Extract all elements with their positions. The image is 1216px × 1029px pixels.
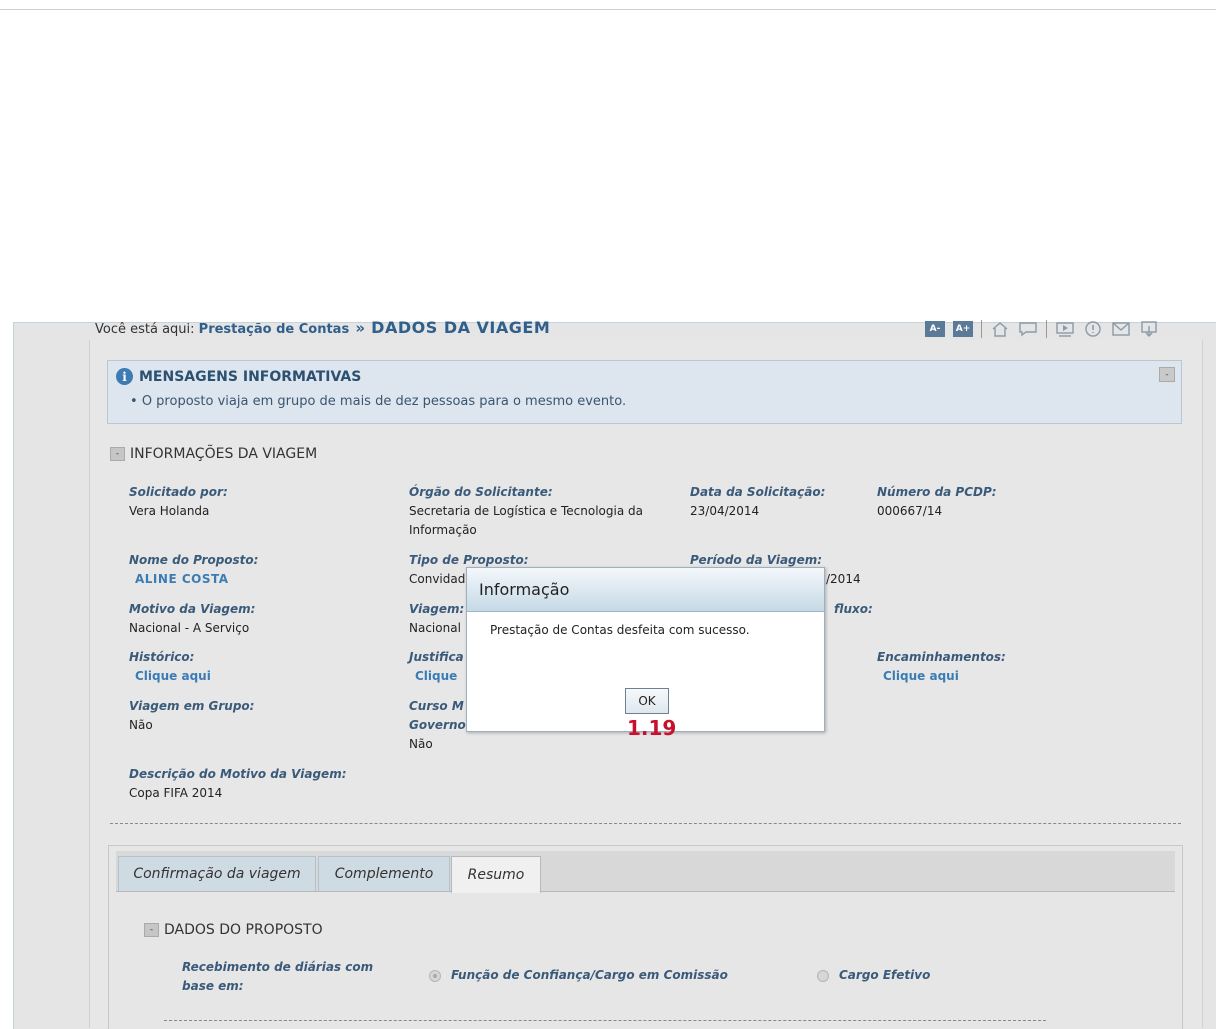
info-messages-title: i MENSAGENS INFORMATIVAS xyxy=(116,368,361,385)
field-value-continued: Informação xyxy=(409,523,477,537)
field-fluxo: fluxo: xyxy=(834,600,873,619)
collapse-trip-info-button[interactable]: - xyxy=(110,447,125,461)
field-value: Não xyxy=(409,737,433,751)
field-periodo-viagem-value: /2014 xyxy=(826,570,861,589)
breadcrumb-current: DADOS DA VIAGEM xyxy=(371,318,551,337)
field-label: Encaminhamentos: xyxy=(877,650,1006,664)
radio-funcao-confianca[interactable]: Função de Confiança/Cargo em Comissão xyxy=(429,966,728,985)
font-increase-button[interactable]: A+ xyxy=(953,321,973,337)
breadcrumb-separator: » xyxy=(355,319,366,337)
field-numero-pcdp: Número da PCDP: 000667/14 xyxy=(877,483,997,521)
breadcrumb-link-prestacao[interactable]: Prestação de Contas xyxy=(199,322,350,337)
field-label: Nome do Proposto: xyxy=(129,553,259,567)
video-icon[interactable] xyxy=(1055,320,1075,338)
collapse-messages-button[interactable]: - xyxy=(1159,367,1175,382)
radio-selected-indicator[interactable] xyxy=(429,969,441,982)
home-icon[interactable] xyxy=(990,320,1010,338)
field-label-continued: base em: xyxy=(182,979,244,993)
toolbar-divider xyxy=(1046,320,1047,338)
encaminhamentos-link[interactable]: Clique aqui xyxy=(877,667,1006,686)
radio-label: Cargo Efetivo xyxy=(839,968,931,982)
field-label: Solicitado por: xyxy=(129,485,228,499)
field-label: Número da PCDP: xyxy=(877,485,997,499)
chat-icon[interactable] xyxy=(1018,320,1038,338)
field-viagem-grupo: Viagem em Grupo: Não xyxy=(129,697,254,735)
field-nome-proposto: Nome do Proposto: ALINE COSTA xyxy=(129,551,258,589)
field-label: Órgão do Solicitante: xyxy=(409,485,553,499)
exit-icon[interactable] xyxy=(1139,320,1159,338)
radio-label: Função de Confiança/Cargo em Comissão xyxy=(451,968,728,982)
radio-cargo-efetivo[interactable]: Cargo Efetivo xyxy=(817,966,930,985)
info-messages-panel: i MENSAGENS INFORMATIVAS • O proposto vi… xyxy=(107,360,1182,424)
field-data-solicitacao: Data da Solicitação: 23/04/2014 xyxy=(690,483,825,521)
font-decrease-button[interactable]: A- xyxy=(925,321,945,337)
proposto-name-link[interactable]: ALINE COSTA xyxy=(129,570,258,589)
field-justificativa: Justifica Clique xyxy=(409,648,464,686)
field-label: Descrição do Motivo da Viagem: xyxy=(129,767,347,781)
info-icon: i xyxy=(116,368,133,385)
field-historico: Histórico: Clique aqui xyxy=(129,648,211,686)
trip-info-header: - INFORMAÇÕES DA VIAGEM xyxy=(110,446,317,462)
field-value: Copa FIFA 2014 xyxy=(129,786,223,800)
field-label: fluxo: xyxy=(834,602,873,616)
ok-button[interactable]: OK xyxy=(625,688,669,714)
field-orgao-solicitante: Órgão do Solicitante: Secretaria de Logí… xyxy=(409,483,643,540)
field-label: Motivo da Viagem: xyxy=(129,602,256,616)
field-value: Não xyxy=(129,718,153,732)
dialog-message: Prestação de Contas desfeita com sucesso… xyxy=(490,623,750,637)
proposto-header: - DADOS DO PROPOSTO xyxy=(144,922,323,938)
breadcrumb: Você está aqui: Prestação de Contas » DA… xyxy=(95,318,550,337)
breadcrumb-prefix: Você está aqui: xyxy=(95,322,195,337)
field-encaminhamentos: Encaminhamentos: Clique aqui xyxy=(877,648,1006,686)
tab-complemento[interactable]: Complemento xyxy=(318,856,450,891)
help-icon[interactable] xyxy=(1083,320,1103,338)
recebimento-label: Recebimento de diárias com base em: xyxy=(182,958,373,996)
proposto-divider xyxy=(164,1020,1046,1021)
annotation-label: 1.19 xyxy=(627,716,677,740)
tab-confirmacao-viagem[interactable]: Confirmação da viagem xyxy=(118,856,316,891)
historico-link[interactable]: Clique aqui xyxy=(129,667,211,686)
field-value: Nacional - A Serviço xyxy=(129,621,250,635)
dialog-title: Informação xyxy=(467,568,824,612)
field-value: Nacional xyxy=(409,621,461,635)
field-value: 000667/14 xyxy=(877,504,943,518)
toolbar-divider xyxy=(981,320,982,338)
info-dialog: Informação Prestação de Contas desfeita … xyxy=(466,567,825,732)
field-label: Data da Solicitação: xyxy=(690,485,826,499)
field-label: Viagem: xyxy=(409,602,465,616)
radio-unselected-indicator[interactable] xyxy=(817,969,829,982)
section-divider xyxy=(110,823,1181,824)
info-message-item: • O proposto viaja em grupo de mais de d… xyxy=(130,394,627,409)
field-label: Justifica xyxy=(409,650,464,664)
field-solicitado-por: Solicitado por: Vera Holanda xyxy=(129,483,228,521)
field-value: /2014 xyxy=(826,572,861,586)
field-motivo-viagem: Motivo da Viagem: Nacional - A Serviço xyxy=(129,600,255,638)
field-label: Viagem em Grupo: xyxy=(129,699,255,713)
tab-resumo[interactable]: Resumo xyxy=(451,856,541,893)
proposto-title: DADOS DO PROPOSTO xyxy=(164,922,323,938)
field-value: Secretaria de Logística e Tecnologia da xyxy=(409,504,643,518)
justificativa-link[interactable]: Clique xyxy=(409,667,464,686)
field-label-continued: Governo xyxy=(409,718,466,732)
toolbar: A- A+ xyxy=(925,318,1159,340)
field-label: Recebimento de diárias com xyxy=(182,960,374,974)
field-value: 23/04/2014 xyxy=(690,504,760,518)
mail-icon[interactable] xyxy=(1111,320,1131,338)
field-descricao-motivo: Descrição do Motivo da Viagem: Copa FIFA… xyxy=(129,765,347,803)
collapse-proposto-button[interactable]: - xyxy=(144,923,159,937)
field-label: Histórico: xyxy=(129,650,195,664)
field-viagem: Viagem: Nacional xyxy=(409,600,464,638)
field-value: Vera Holanda xyxy=(129,504,210,518)
field-label: Curso M xyxy=(409,699,464,713)
field-curso: Curso M Governo Não xyxy=(409,697,466,754)
info-messages-heading: MENSAGENS INFORMATIVAS xyxy=(139,368,362,385)
trip-info-title: INFORMAÇÕES DA VIAGEM xyxy=(130,446,318,462)
top-divider xyxy=(0,9,1216,10)
info-message-text: O proposto viaja em grupo de mais de dez… xyxy=(141,394,627,409)
